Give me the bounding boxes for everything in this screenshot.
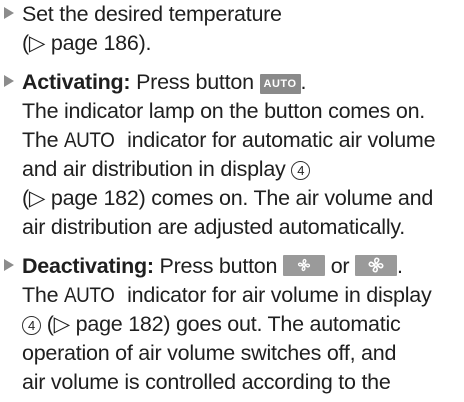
text-line: 4 (▷ page 182) goes out. The automatic [22, 310, 401, 338]
line-rest: and air distribution in display [22, 157, 286, 181]
text-line: and air distribution in display 4 [22, 155, 311, 183]
text-line: (▷ page 182) comes on. The air volume an… [22, 186, 434, 210]
text-line: air volume is controlled according to th… [22, 370, 391, 394]
line-rest: indicator for automatic air volume [127, 128, 436, 152]
line-rest: (▷ page 182) goes out. The automatic [46, 312, 401, 336]
auto-indicator-label: AUTO [64, 283, 115, 307]
triangle-bullet-icon [4, 75, 14, 87]
fan-small-icon [282, 255, 325, 276]
triangle-bullet-icon [4, 7, 14, 19]
text-line: The AUTO indicator for automatic air vol… [22, 126, 436, 154]
text-line: (▷ page 186). [22, 31, 152, 55]
manual-page: Set the desired temperature (▷ page 186)… [0, 0, 464, 402]
circled-number: 4 [291, 161, 311, 180]
punctuation: . [300, 70, 307, 94]
text-line: operation of air volume switches off, an… [22, 341, 397, 365]
text-line: air distribution are adjusted automatica… [22, 215, 405, 239]
text-line: Deactivating: Press button or . [22, 252, 403, 280]
line-rest: indicator for air volume in display [127, 283, 432, 307]
punctuation: . [397, 254, 403, 278]
press-button-text: Press button [159, 254, 278, 278]
text-line: The AUTO indicator for air volume in dis… [22, 281, 432, 309]
fan-large-icon [355, 255, 398, 276]
text-line: The indicator lamp on the button comes o… [22, 99, 426, 123]
word-the: The [22, 283, 59, 307]
label-activating: Activating: [22, 70, 131, 94]
auto-indicator-label: AUTO [64, 128, 115, 152]
press-button-text: Press button [136, 70, 254, 94]
text-line: Set the desired temperature [22, 2, 282, 26]
triangle-bullet-icon [4, 259, 14, 271]
auto-button-icon: AUTO [259, 74, 301, 94]
label-deactivating: Deactivating: [22, 254, 154, 278]
or-text: or [330, 254, 350, 278]
circled-number: 4 [22, 316, 41, 335]
word-the: The [22, 128, 59, 152]
text-line: Activating: Press button AUTO. [22, 68, 306, 96]
